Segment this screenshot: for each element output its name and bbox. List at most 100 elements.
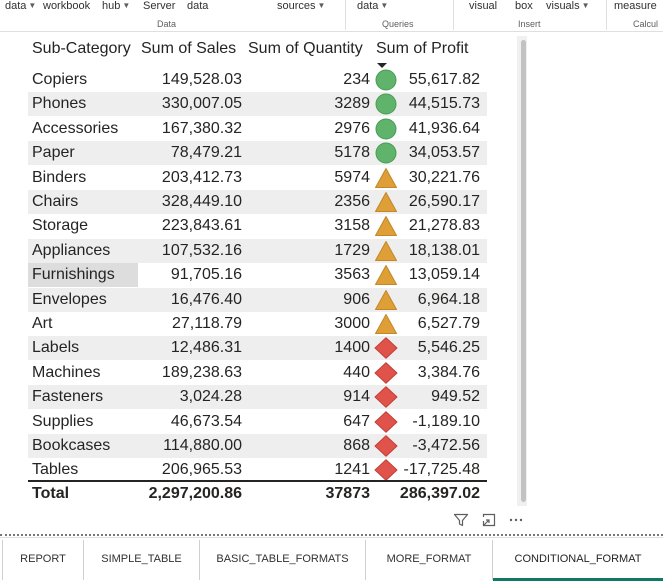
ribbon-button-transform-data[interactable]: data ▼ (357, 0, 388, 13)
cell-sum-of-quantity[interactable]: 234 (242, 68, 370, 92)
table-row[interactable]: Envelopes 16,476.40 906 6,964.18 (28, 287, 487, 312)
cell-sum-of-sales[interactable]: 167,380.32 (138, 117, 242, 141)
cell-sum-of-sales[interactable]: 114,880.00 (138, 434, 242, 458)
cell-sub-category[interactable]: Chairs (28, 190, 138, 214)
cell-sub-category[interactable]: Appliances (28, 239, 138, 263)
cell-sum-of-sales[interactable]: 91,705.16 (138, 263, 242, 287)
cell-sum-of-quantity[interactable]: 1729 (242, 239, 370, 263)
cell-sum-of-profit[interactable]: -1,189.10 (398, 410, 480, 434)
cell-sum-of-profit[interactable]: 30,221.76 (398, 166, 480, 190)
cell-sub-category[interactable]: Furnishings (28, 263, 138, 288)
cell-sum-of-sales[interactable]: 330,007.05 (138, 92, 242, 116)
ribbon-button-get-data[interactable]: data ▼ (5, 0, 36, 13)
cell-sum-of-quantity[interactable]: 3000 (242, 312, 370, 336)
ribbon-button-text-box[interactable]: box (515, 0, 533, 13)
cell-sum-of-quantity[interactable]: 914 (242, 385, 370, 409)
table-scrollbar-thumb[interactable] (521, 40, 526, 502)
cell-sum-of-sales[interactable]: 107,532.16 (138, 239, 242, 263)
table-row[interactable]: Chairs 328,449.10 2356 26,590.17 (28, 190, 487, 214)
cell-sub-category[interactable]: Art (28, 312, 138, 336)
table-row[interactable]: Supplies 46,673.54 647 -1,189.10 (28, 410, 487, 434)
table-row[interactable]: Labels 12,486.31 1400 5,546.25 (28, 336, 487, 361)
tab-basic-table-formats[interactable]: BASIC_TABLE_FORMATS (200, 537, 365, 581)
table-row[interactable]: Fasteners 3,024.28 914 949.52 (28, 385, 487, 410)
cell-sum-of-quantity[interactable]: 2976 (242, 117, 370, 141)
ribbon-button-sql-server[interactable]: Server (143, 0, 175, 13)
table-row[interactable]: Tables 206,965.53 1241 -17,725.48 (28, 458, 487, 482)
cell-sum-of-profit[interactable]: -17,725.48 (398, 458, 480, 482)
cell-sub-category[interactable]: Phones (28, 92, 138, 116)
cell-sum-of-sales[interactable]: 189,238.63 (138, 361, 242, 385)
cell-sub-category[interactable]: Envelopes (28, 288, 138, 312)
column-header-sum-of-quantity[interactable]: Sum of Quantity (248, 40, 363, 58)
table-row[interactable]: Bookcases 114,880.00 868 -3,472.56 (28, 434, 487, 458)
table-row[interactable]: Appliances 107,532.16 1729 18,138.01 (28, 238, 487, 263)
cell-sum-of-quantity[interactable]: 868 (242, 434, 370, 458)
cell-sum-of-sales[interactable]: 78,479.21 (138, 141, 242, 165)
cell-sum-of-quantity[interactable]: 3158 (242, 214, 370, 238)
more-options-icon[interactable] (508, 512, 524, 528)
ribbon-button-more-visuals[interactable]: visuals ▼ (546, 0, 590, 13)
cell-sum-of-quantity[interactable]: 440 (242, 361, 370, 385)
table-row[interactable]: Phones 330,007.05 3289 44,515.73 (28, 92, 487, 117)
cell-sum-of-profit[interactable]: 6,527.79 (398, 312, 480, 336)
ribbon-button-recent-sources[interactable]: sources ▼ (277, 0, 325, 13)
cell-sum-of-profit[interactable]: 18,138.01 (398, 239, 480, 263)
table-row[interactable]: Copiers 149,528.03 234 55,617.82 (28, 68, 487, 92)
cell-sum-of-profit[interactable]: 34,053.57 (398, 141, 480, 165)
tab-conditional-format[interactable]: CONDITIONAL_FORMAT (493, 537, 663, 581)
cell-sum-of-quantity[interactable]: 906 (242, 288, 370, 312)
cell-sum-of-quantity[interactable]: 2356 (242, 190, 370, 214)
cell-sum-of-profit[interactable]: 44,515.73 (398, 92, 480, 116)
cell-sub-category[interactable]: Machines (28, 361, 138, 385)
cell-sub-category[interactable]: Binders (28, 166, 138, 190)
cell-sum-of-sales[interactable]: 46,673.54 (138, 410, 242, 434)
cell-sum-of-sales[interactable]: 203,412.73 (138, 166, 242, 190)
cell-sum-of-profit[interactable]: -3,472.56 (398, 434, 480, 458)
tab-simple-table[interactable]: SIMPLE_TABLE (84, 537, 199, 581)
ribbon-button-data-hub[interactable]: hub ▼ (102, 0, 130, 13)
column-header-sum-of-sales[interactable]: Sum of Sales (141, 40, 236, 58)
cell-sub-category[interactable]: Storage (28, 214, 138, 238)
cell-sum-of-sales[interactable]: 206,965.53 (138, 458, 242, 482)
cell-sum-of-profit[interactable]: 949.52 (398, 385, 480, 409)
cell-sum-of-sales[interactable]: 12,486.31 (138, 336, 242, 360)
cell-sum-of-quantity[interactable]: 1241 (242, 458, 370, 482)
ribbon-button-new-visual[interactable]: visual (469, 0, 497, 13)
cell-sum-of-sales[interactable]: 16,476.40 (138, 288, 242, 312)
cell-sum-of-quantity[interactable]: 1400 (242, 336, 370, 360)
cell-sub-category[interactable]: Bookcases (28, 434, 138, 458)
cell-sum-of-profit[interactable]: 6,964.18 (398, 288, 480, 312)
cell-sub-category[interactable]: Copiers (28, 68, 138, 92)
cell-sub-category[interactable]: Fasteners (28, 385, 138, 409)
cell-sub-category[interactable]: Accessories (28, 117, 138, 141)
table-row[interactable]: Machines 189,238.63 440 3,384.76 (28, 361, 487, 385)
cell-sub-category[interactable]: Paper (28, 141, 138, 165)
cell-sum-of-sales[interactable]: 149,528.03 (138, 68, 242, 92)
cell-sum-of-sales[interactable]: 3,024.28 (138, 385, 242, 409)
cell-sum-of-quantity[interactable]: 3563 (242, 263, 370, 287)
cell-sub-category[interactable]: Tables (28, 458, 138, 482)
filter-icon[interactable] (453, 512, 469, 528)
cell-sum-of-profit[interactable]: 5,546.25 (398, 336, 480, 360)
cell-sub-category[interactable]: Supplies (28, 410, 138, 434)
cell-sum-of-quantity[interactable]: 647 (242, 410, 370, 434)
table-row[interactable]: Storage 223,843.61 3158 21,278.83 (28, 214, 487, 238)
ribbon-button-new-measure[interactable]: measure (614, 0, 657, 13)
cell-sum-of-profit[interactable]: 13,059.14 (398, 263, 480, 287)
table-row[interactable]: Accessories 167,380.32 2976 41,936.64 (28, 117, 487, 141)
column-header-sum-of-profit[interactable]: Sum of Profit (376, 40, 468, 58)
cell-sum-of-sales[interactable]: 27,118.79 (138, 312, 242, 336)
cell-sub-category[interactable]: Labels (28, 336, 138, 360)
ribbon-button-enter-data[interactable]: data (187, 0, 208, 13)
tab-more-format[interactable]: MORE_FORMAT (366, 537, 492, 581)
table-row[interactable]: Paper 78,479.21 5178 34,053.57 (28, 141, 487, 166)
cell-sum-of-profit[interactable]: 3,384.76 (398, 361, 480, 385)
cell-sum-of-profit[interactable]: 41,936.64 (398, 117, 480, 141)
column-header-sub-category[interactable]: Sub-Category (32, 40, 131, 58)
table-row[interactable]: Art 27,118.79 3000 6,527.79 (28, 312, 487, 336)
cell-sum-of-sales[interactable]: 223,843.61 (138, 214, 242, 238)
ribbon-button-excel-workbook[interactable]: workbook (43, 0, 90, 13)
cell-sum-of-quantity[interactable]: 5974 (242, 166, 370, 190)
cell-sum-of-profit[interactable]: 26,590.17 (398, 190, 480, 214)
